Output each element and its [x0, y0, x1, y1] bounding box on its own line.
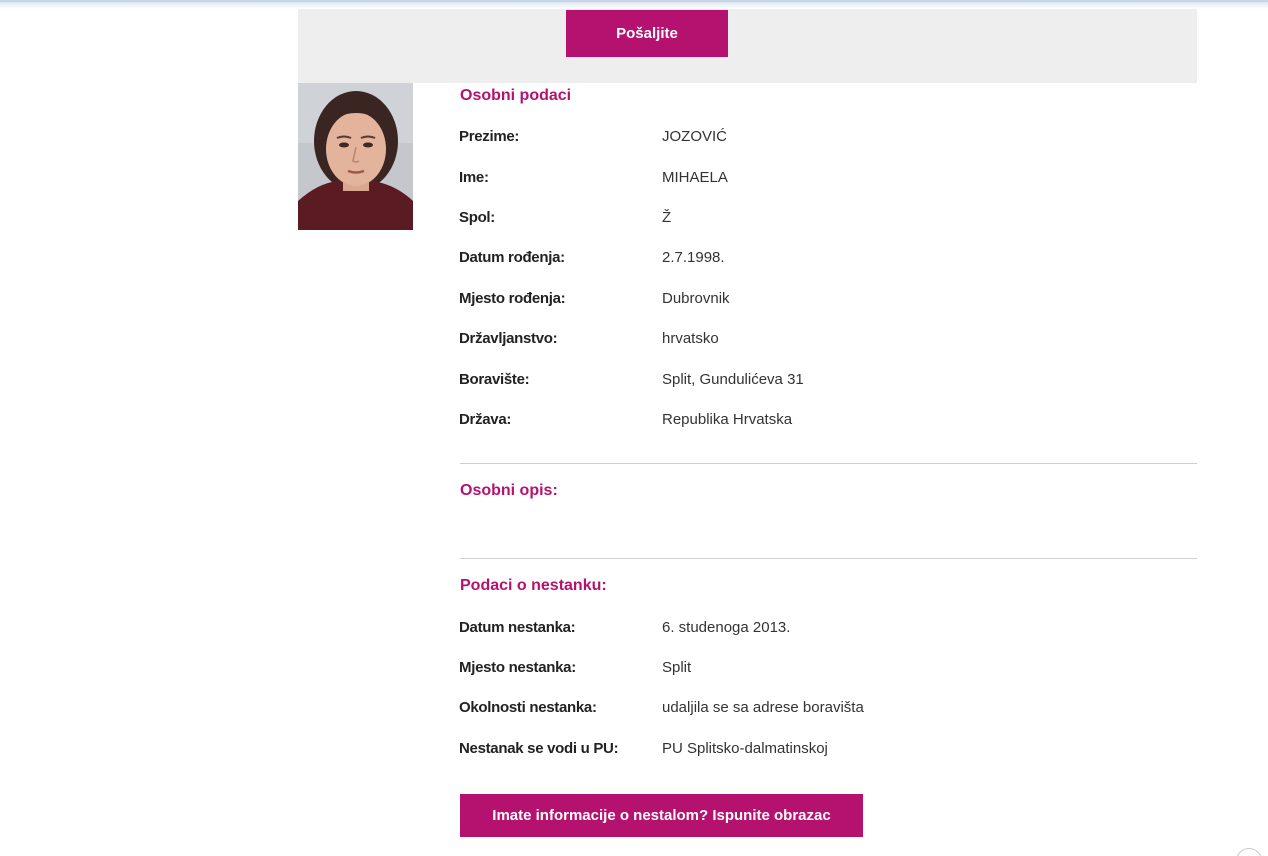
field-label: Spol: [459, 209, 495, 226]
field-value: Republika Hrvatska [662, 411, 793, 428]
field-value: Split, Gundulićeva 31 [662, 371, 804, 388]
field-label: Prezime: [459, 128, 520, 145]
top-border [0, 0, 1268, 9]
field-label: Mjesto rođenja: [459, 290, 566, 307]
field-row-birth-date: Datum rođenja: 2.7.1998. [459, 249, 1179, 269]
field-label: Državljanstvo: [459, 330, 558, 347]
field-value: MIHAELA [662, 169, 728, 186]
field-row-birth-place: Mjesto rođenja: Dubrovnik [459, 290, 1179, 310]
field-label: Boravište: [459, 371, 530, 388]
field-label: Datum nestanka: [459, 619, 576, 636]
section-divider [460, 558, 1197, 559]
scroll-to-top-icon[interactable] [1236, 848, 1262, 856]
field-value: Dubrovnik [662, 290, 730, 307]
field-label: Mjesto nestanka: [459, 659, 576, 676]
field-label: Nestanak se vodi u PU: [459, 740, 619, 757]
report-info-button[interactable]: Imate informacije o nestalom? Ispunite o… [460, 794, 863, 837]
field-row-missing-place: Mjesto nestanka: Split [459, 659, 1179, 679]
field-label: Država: [459, 411, 512, 428]
field-row-police-station: Nestanak se vodi u PU: PU Splitsko-dalma… [459, 740, 1179, 760]
field-row-sex: Spol: Ž [459, 209, 1179, 229]
field-row-residence: Boravište: Split, Gundulićeva 31 [459, 371, 1179, 391]
field-value: Ž [662, 209, 672, 226]
send-button[interactable]: Pošaljite [566, 10, 728, 57]
field-label: Datum rođenja: [459, 249, 565, 266]
action-bar [298, 9, 1197, 83]
portrait-image [298, 83, 413, 230]
field-value: Split [662, 659, 692, 676]
field-value: JOZOVIĆ [662, 128, 728, 145]
field-value: PU Splitsko-dalmatinskoj [662, 740, 828, 757]
field-label: Okolnosti nestanka: [459, 699, 597, 716]
field-value: udaljila se sa adrese boravišta [662, 699, 864, 716]
field-row-missing-date: Datum nestanka: 6. studenoga 2013. [459, 619, 1179, 639]
field-value: 2.7.1998. [662, 249, 725, 266]
section-divider [460, 463, 1197, 464]
personal-description-heading: Osobni opis: [460, 482, 558, 499]
field-row-citizenship: Državljanstvo: hrvatsko [459, 330, 1179, 350]
disappearance-heading: Podaci o nestanku: [460, 577, 607, 594]
field-row-circumstances: Okolnosti nestanka: udaljila se sa adres… [459, 699, 1179, 719]
field-value: 6. studenoga 2013. [662, 619, 791, 636]
person-photo [298, 83, 413, 230]
field-value: hrvatsko [662, 330, 719, 347]
field-row-surname: Prezime: JOZOVIĆ [459, 128, 1179, 148]
page: Pošaljite Osobni podaci Prezime: JOZOVIĆ… [0, 0, 1268, 856]
personal-data-heading: Osobni podaci [460, 87, 572, 104]
field-row-country: Država: Republika Hrvatska [459, 411, 1179, 431]
field-row-name: Ime: MIHAELA [459, 169, 1179, 189]
field-label: Ime: [459, 169, 489, 186]
